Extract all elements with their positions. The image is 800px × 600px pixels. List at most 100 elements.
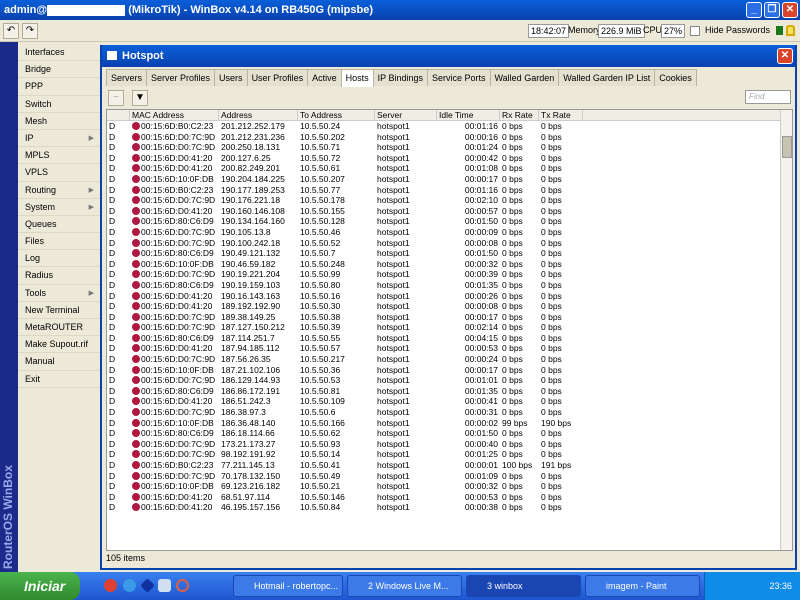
table-row[interactable]: D 00:15:6D:D0:41:20 200.82.249.201 10.5.50.… xyxy=(107,163,792,174)
table-row[interactable]: D 00:15:6D:80:C6:D9 187.114.251.7 10.5.50.5… xyxy=(107,333,792,344)
table-row[interactable]: D 00:15:6D:D0:7C:9D 201.212.231.236 10.5.50… xyxy=(107,132,792,143)
table-row[interactable]: D 00:15:6D:D0:7C:9D 70.178.132.150 10.5.50.… xyxy=(107,471,792,482)
column-header[interactable]: Server xyxy=(375,110,437,120)
redo-button[interactable]: ↷ xyxy=(22,23,38,39)
tab-cookies[interactable]: Cookies xyxy=(654,69,697,86)
table-row[interactable]: D 00:15:6D:D0:41:20 190.16.143.163 10.5.50.… xyxy=(107,291,792,302)
sidebar-item-exit[interactable]: Exit xyxy=(18,371,100,388)
chrome-icon[interactable] xyxy=(104,579,117,592)
firefox-quick-icon[interactable] xyxy=(176,579,189,592)
task-winbox[interactable]: 3 winbox xyxy=(466,575,581,597)
table-row[interactable]: D 00:15:6D:D0:7C:9D 186.129.144.93 10.5.50.… xyxy=(107,375,792,386)
column-header[interactable]: Address xyxy=(219,110,298,120)
table-row[interactable]: D 00:15:6D:D0:7C:9D 190.100.242.18 10.5.50.… xyxy=(107,238,792,249)
table-row[interactable]: D 00:15:6D:D0:7C:9D 186.38.97.3 10.5.50.6 ho… xyxy=(107,407,792,418)
table-row[interactable]: D 00:15:6D:D0:41:20 189.192.192.90 10.5.50.… xyxy=(107,301,792,312)
table-row[interactable]: D 00:15:6D:80:C6:D9 190.134.164.160 10.5.50… xyxy=(107,216,792,227)
table-row[interactable]: D 00:15:6D:D0:7C:9D 189.38.149.25 10.5.50.3… xyxy=(107,312,792,323)
table-row[interactable]: D 00:15:6D:D0:41:20 46.195.157.156 10.5.50.… xyxy=(107,502,792,513)
table-row[interactable]: D 00:15:6D:10:0F:DB 190.46.59.182 10.5.50.2… xyxy=(107,259,792,270)
tab-users[interactable]: Users xyxy=(214,69,248,86)
sidebar-item-mesh[interactable]: Mesh xyxy=(18,113,100,130)
table-row[interactable]: D 00:15:6D:10:0F:DB 190.204.184.225 10.5.50… xyxy=(107,174,792,185)
tab-walled-garden[interactable]: Walled Garden xyxy=(489,69,560,86)
start-button[interactable]: Iniciar xyxy=(0,572,80,600)
column-header[interactable]: Rx Rate xyxy=(500,110,539,120)
table-row[interactable]: D 00:15:6D:D0:7C:9D 98.192.191.92 10.5.50.1… xyxy=(107,449,792,460)
quicklaunch-icon[interactable] xyxy=(158,579,171,592)
tab-hosts[interactable]: Hosts xyxy=(340,69,374,87)
sidebar-item-vpls[interactable]: VPLS xyxy=(18,164,100,182)
scrollbar-thumb[interactable] xyxy=(782,136,792,158)
filter-button[interactable]: ▼ xyxy=(132,90,148,106)
sidebar-item-make-supout-rif[interactable]: Make Supout.rif xyxy=(18,336,100,354)
tab-servers[interactable]: Servers xyxy=(106,69,148,86)
sidebar-item-manual[interactable]: Manual xyxy=(18,353,100,371)
table-row[interactable]: D 00:15:6D:D0:7C:9D 190.19.221.204 10.5.50.… xyxy=(107,269,792,280)
table-row[interactable]: D 00:15:6D:D0:7C:9D 190.176.221.18 10.5.50.… xyxy=(107,195,792,206)
sidebar-item-interfaces[interactable]: Interfaces xyxy=(18,44,100,62)
sidebar-item-routing[interactable]: Routing ▶ xyxy=(18,182,100,199)
find-input[interactable]: Find xyxy=(745,90,791,104)
table-row[interactable]: D 00:15:6D:80:C6:D9 186.18.114.66 10.5.50.6… xyxy=(107,428,792,439)
table-cell: 0 bps xyxy=(539,375,583,386)
tab-server-profiles[interactable]: Server Profiles xyxy=(146,69,216,86)
table-row[interactable]: D 00:15:6D:10:0F:DB 186.36.48.140 10.5.50.1… xyxy=(107,418,792,429)
messenger-icon[interactable] xyxy=(140,578,155,593)
table-row[interactable]: D 00:15:6D:80:C6:D9 186.86.172.191 10.5.50.… xyxy=(107,386,792,397)
sidebar-item-bridge[interactable]: Bridge xyxy=(18,61,100,79)
sidebar-item-mpls[interactable]: MPLS xyxy=(18,147,100,165)
tab-user-profiles[interactable]: User Profiles xyxy=(246,69,309,86)
table-row[interactable]: D 00:15:6D:B0:C2:23 201.212.252.179 10.5.50… xyxy=(107,121,792,132)
sidebar-item-queues[interactable]: Queues xyxy=(18,216,100,234)
table-row[interactable]: D 00:15:6D:80:C6:D9 190.19.159.103 10.5.50.… xyxy=(107,280,792,291)
undo-button[interactable]: ↶ xyxy=(3,23,19,39)
table-row[interactable]: D 00:15:6D:D0:7C:9D 173.21.173.27 10.5.50.9… xyxy=(107,439,792,450)
table-row[interactable]: D 00:15:6D:10:0F:DB 187.21.102.106 10.5.50.… xyxy=(107,365,792,376)
hotspot-close-button[interactable]: ✕ xyxy=(777,48,793,64)
column-header[interactable]: MAC Address xyxy=(130,110,219,120)
task-windows-live[interactable]: 2 Windows Live M... xyxy=(347,575,462,597)
ie-icon[interactable] xyxy=(123,579,136,592)
column-header[interactable]: Idle Time xyxy=(437,110,500,120)
sidebar-item-files[interactable]: Files xyxy=(18,233,100,251)
vertical-scrollbar[interactable] xyxy=(780,110,792,550)
sidebar-item-system[interactable]: System ▶ xyxy=(18,199,100,216)
table-row[interactable]: D 00:15:6D:10:0F:DB 69.123.216.182 10.5.50.… xyxy=(107,481,792,492)
tab-active[interactable]: Active xyxy=(307,69,342,86)
hide-passwords-checkbox[interactable] xyxy=(690,26,700,36)
remove-button[interactable]: − xyxy=(108,90,124,106)
sidebar-item-ppp[interactable]: PPP xyxy=(18,78,100,96)
table-row[interactable]: D 00:15:6D:D0:7C:9D 190.105.13.8 10.5.50.46… xyxy=(107,227,792,238)
table-row[interactable]: D 00:15:6D:D0:7C:9D 187.56.26.35 10.5.50.21… xyxy=(107,354,792,365)
close-button[interactable]: ✕ xyxy=(782,2,798,18)
table-row[interactable]: D 00:15:6D:D0:7C:9D 200.250.18.131 10.5.50.… xyxy=(107,142,792,153)
column-header[interactable] xyxy=(107,110,130,120)
sidebar-item-radius[interactable]: Radius xyxy=(18,267,100,285)
sidebar-item-new-terminal[interactable]: New Terminal xyxy=(18,302,100,319)
tab-walled-garden-ip-list[interactable]: Walled Garden IP List xyxy=(558,69,656,86)
minimize-button[interactable]: _ xyxy=(746,2,762,18)
task-hotmail[interactable]: Hotmail - robertopc... xyxy=(233,575,343,597)
table-row[interactable]: D 00:15:6D:D0:7C:9D 187.127.150.212 10.5.50… xyxy=(107,322,792,333)
sidebar-item-tools[interactable]: Tools ▶ xyxy=(18,285,100,302)
table-row[interactable]: D 00:15:6D:D0:41:20 68.51.97.114 10.5.50.14… xyxy=(107,492,792,503)
table-row[interactable]: D 00:15:6D:D0:41:20 186.51.242.3 10.5.50.10… xyxy=(107,396,792,407)
sidebar-item-metarouter[interactable]: MetaROUTER xyxy=(18,319,100,337)
table-row[interactable]: D 00:15:6D:D0:41:20 200.127.6.25 10.5.50.72… xyxy=(107,153,792,164)
column-header[interactable]: To Address xyxy=(298,110,375,120)
table-row[interactable]: D 00:15:6D:80:C6:D9 190.49.121.132 10.5.50.… xyxy=(107,248,792,259)
hotspot-title-bar[interactable]: Hotspot ✕ xyxy=(102,45,795,67)
sidebar-item-switch[interactable]: Switch xyxy=(18,96,100,113)
table-row[interactable]: D 00:15:6D:D0:41:20 187.94.185.112 10.5.50.… xyxy=(107,343,792,354)
column-header[interactable]: Tx Rate xyxy=(539,110,583,120)
maximize-button[interactable]: ❐ xyxy=(764,2,780,18)
tab-ip-bindings[interactable]: IP Bindings xyxy=(372,69,428,86)
sidebar-item-ip[interactable]: IP ▶ xyxy=(18,130,100,148)
table-row[interactable]: D 00:15:6D:B0:C2:23 190.177.189.253 10.5.50… xyxy=(107,185,792,196)
tab-service-ports[interactable]: Service Ports xyxy=(426,69,491,86)
table-row[interactable]: D 00:15:6D:D0:41:20 190.160.146.108 10.5.50… xyxy=(107,206,792,217)
task-paint[interactable]: imagem - Paint xyxy=(585,575,700,597)
sidebar-item-log[interactable]: Log xyxy=(18,250,100,268)
table-row[interactable]: D 00:15:6D:B0:C2:23 77.211.145.13 10.5.50.4… xyxy=(107,460,792,471)
